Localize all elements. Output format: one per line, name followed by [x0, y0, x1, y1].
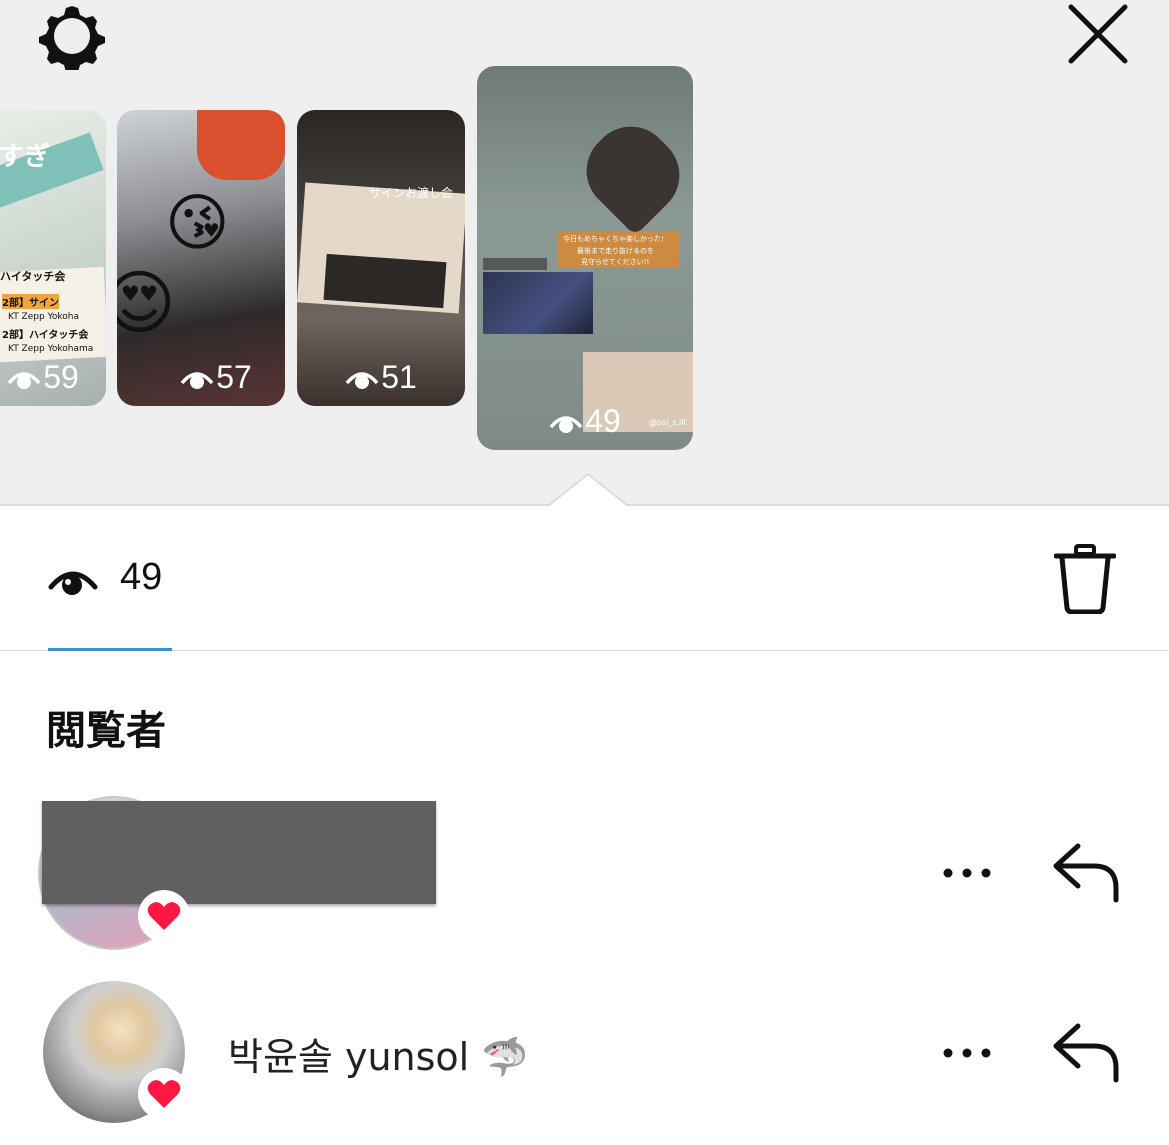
story-thumbnail-selected[interactable]: 今日もめちゃくちゃ楽しかった! 最後まで走り抜けるのを 見守らせてください!! … — [477, 66, 693, 450]
close-icon[interactable] — [1066, 2, 1130, 66]
reply-icon[interactable] — [1052, 1022, 1120, 1084]
story-view-count: 51 — [297, 359, 465, 396]
eye-icon — [549, 415, 583, 433]
eye-icon — [7, 371, 41, 389]
eye-icon — [345, 371, 379, 389]
story-overlay-text: 2部】サイン — [2, 294, 59, 309]
story-thumbnail[interactable]: すぎ ハイタッチ会 2部】サイン KT Zepp Yokoha 2部】ハイタッチ… — [0, 110, 106, 406]
emoji-heart-eyes: 😍 — [117, 262, 176, 344]
heart-icon — [147, 902, 181, 930]
redaction-box — [42, 801, 436, 904]
story-overlay-text: サインお渡し会 — [369, 186, 454, 200]
group-photo — [323, 253, 447, 309]
story-overlay-text: 2部】ハイタッチ会 — [2, 330, 89, 341]
eye-icon — [180, 371, 214, 389]
story-view-number: 49 — [585, 403, 621, 439]
eye-icon — [48, 571, 98, 595]
story-overlay-text: 見守らせてください!! — [581, 258, 650, 266]
view-count[interactable]: 49 — [120, 556, 162, 599]
story-view-number: 59 — [43, 359, 79, 395]
story-overlay-text: KT Zepp Yokohama — [8, 344, 94, 354]
story-view-number: 57 — [216, 359, 252, 395]
story-view-count: 59 — [0, 359, 106, 396]
viewers-heading: 閲覧者 — [46, 708, 166, 754]
viewer-username[interactable]: 박윤솔 yunsol 🦈 — [228, 1026, 529, 1081]
emoji-kiss: 😘 — [165, 186, 230, 259]
story-thumbnail[interactable]: 😘 😍 57 — [117, 110, 285, 406]
story-thumbnail[interactable]: サインお渡し会 51 — [297, 110, 465, 406]
more-options-icon[interactable] — [942, 866, 992, 880]
story-view-count: 49 — [477, 403, 693, 440]
story-overlay-text: ハイタッチ会 — [0, 270, 66, 283]
story-overlay-text: 最後まで走り抜けるのを — [577, 247, 654, 255]
story-overlay-text: すぎ — [0, 142, 51, 172]
stats-bar — [0, 506, 1169, 651]
story-overlay-text: 今日もめちゃくちゃ楽しかった! — [563, 235, 664, 243]
selection-pointer — [548, 474, 628, 507]
heart-photo — [570, 110, 693, 236]
mention-tag — [483, 258, 547, 270]
reply-icon[interactable] — [1052, 842, 1120, 904]
orange-sweater — [197, 110, 285, 180]
trash-icon[interactable] — [1054, 544, 1116, 614]
story-view-number: 51 — [381, 359, 417, 395]
settings-gear-icon[interactable] — [38, 2, 106, 70]
more-options-icon[interactable] — [942, 1046, 992, 1060]
heart-icon — [147, 1080, 181, 1108]
like-badge — [138, 890, 190, 942]
like-badge — [138, 1068, 190, 1120]
story-overlay-text: KT Zepp Yokoha — [8, 312, 79, 322]
inset-photo — [483, 272, 593, 334]
story-view-count: 57 — [147, 359, 285, 396]
views-tab-indicator — [48, 648, 172, 651]
